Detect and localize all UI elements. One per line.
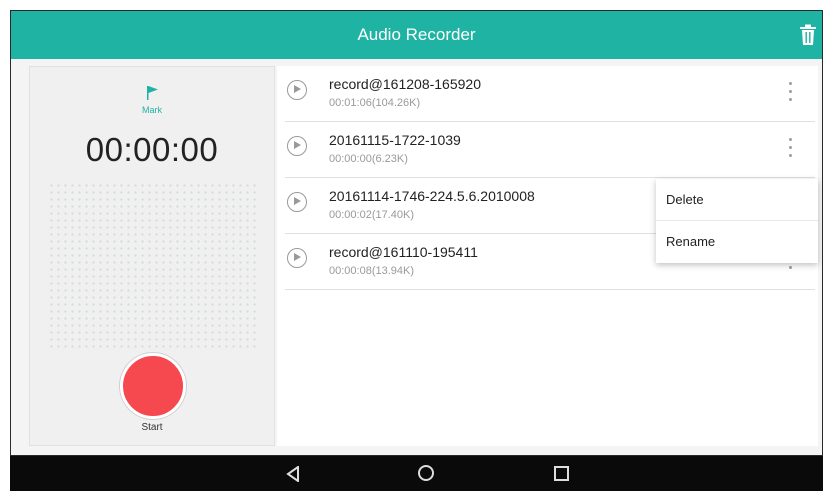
context-menu: Delete Rename (656, 179, 818, 263)
back-icon[interactable] (286, 466, 300, 482)
more-options-icon[interactable] (787, 136, 793, 160)
recorder-panel: Mark 00:00:00 Start (29, 66, 275, 446)
more-options-icon[interactable] (787, 80, 793, 104)
start-label: Start (141, 422, 163, 433)
recording-meta: 00:00:08(13.94K) (329, 265, 415, 277)
title-bar: Audio Recorder (11, 11, 822, 59)
timer-display: 00:00:00 (85, 131, 219, 168)
record-button[interactable] (120, 353, 186, 419)
rename-menu-item[interactable]: Rename (656, 221, 818, 263)
play-icon[interactable] (287, 192, 307, 212)
home-icon[interactable] (418, 465, 434, 481)
play-icon[interactable] (287, 136, 307, 156)
system-nav-bar (10, 456, 823, 491)
list-item[interactable]: 20161115-1722-1039 00:00:00(6.23K) (285, 122, 815, 178)
recording-name: record@161110-195411 (329, 244, 478, 260)
play-icon[interactable] (287, 80, 307, 100)
waveform-area (48, 182, 258, 350)
recent-apps-icon[interactable] (554, 466, 569, 481)
recording-name: 20161115-1722-1039 (329, 132, 461, 148)
mark-button[interactable]: Mark (134, 85, 170, 115)
recording-name: record@161208-165920 (329, 76, 481, 92)
recording-meta: 00:00:02(17.40K) (329, 209, 415, 221)
recording-meta: 00:01:06(104.26K) (329, 97, 421, 109)
delete-menu-item[interactable]: Delete (656, 179, 818, 221)
mark-label: Mark (142, 105, 162, 115)
recording-meta: 00:00:00(6.23K) (329, 153, 408, 165)
delete-all-icon[interactable] (799, 24, 817, 46)
list-item[interactable]: record@161208-165920 00:01:06(104.26K) (285, 66, 815, 122)
app-window: Audio Recorder Mark 00:00:00 Start recor… (10, 10, 823, 456)
recording-name: 20161114-1746-224.5.6.2010008 (329, 188, 535, 204)
app-title: Audio Recorder (357, 25, 476, 44)
play-icon[interactable] (287, 248, 307, 268)
flag-icon (147, 86, 158, 100)
